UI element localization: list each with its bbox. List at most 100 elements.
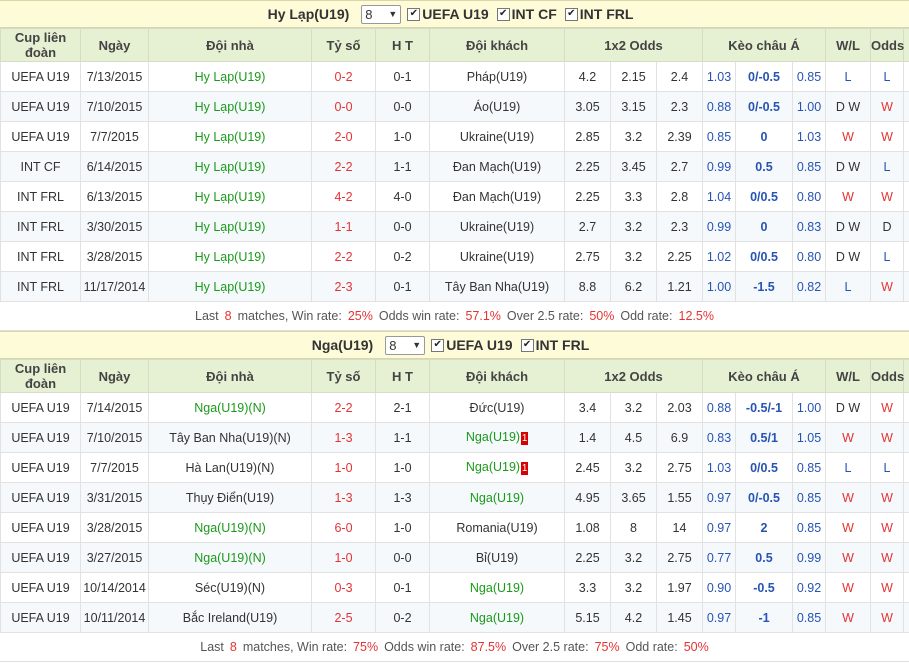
- home-team-link[interactable]: Hà Lan(U19)(N): [148, 452, 312, 483]
- summary-label: Last: [195, 309, 219, 323]
- score-cell: 0-2: [311, 61, 376, 92]
- filter-checkbox[interactable]: ✔ INT FRL: [520, 337, 590, 353]
- home-team-link[interactable]: Hy Lạp(U19): [148, 121, 312, 152]
- asian-odds-home: 0.97: [702, 602, 736, 633]
- column-header: W/L: [825, 359, 871, 393]
- away-team-link[interactable]: Tây Ban Nha(U19): [445, 280, 549, 294]
- home-team-link[interactable]: Hy Lạp(U19): [148, 211, 312, 242]
- filter-checkbox[interactable]: ✔ UEFA U19: [407, 6, 489, 22]
- home-team-link[interactable]: Hy Lạp(U19): [148, 61, 312, 92]
- odds-draw: 3.65: [610, 482, 657, 513]
- away-team-cell[interactable]: Nga(U19): [429, 482, 565, 513]
- home-team-link[interactable]: Tây Ban Nha(U19)(N): [148, 422, 312, 453]
- away-team-cell[interactable]: Đức(U19): [429, 392, 565, 423]
- away-team-cell[interactable]: Ukraine(U19): [429, 121, 565, 152]
- asian-odds-away: 1.00: [792, 392, 826, 423]
- odds-away: 2.3: [656, 211, 703, 242]
- odds-result: W: [870, 271, 904, 302]
- away-team-cell[interactable]: Bỉ(U19): [429, 542, 565, 573]
- home-team-link[interactable]: Hy Lạp(U19): [148, 181, 312, 212]
- table-row: UEFA U19 7/10/2015 Hy Lạp(U19) 0-0 0-0 Áo(U19…: [0, 91, 909, 122]
- score-cell: 1-3: [311, 422, 376, 453]
- away-team-cell[interactable]: Đan Mạch(U19): [429, 181, 565, 212]
- score-cell: 2-2: [311, 151, 376, 182]
- odds-home: 1.08: [564, 512, 611, 543]
- column-header: Kèo châu Á: [702, 28, 826, 62]
- away-team-link[interactable]: Nga(U19): [470, 581, 524, 595]
- win-loss-result: W: [825, 602, 871, 633]
- asian-odds-home: 1.03: [702, 61, 736, 92]
- win-rate-value: 25%: [347, 309, 373, 323]
- away-team-cell[interactable]: Đan Mạch(U19): [429, 151, 565, 182]
- away-team-link[interactable]: Đan Mạch(U19): [453, 190, 541, 204]
- over-under-result: O: [903, 482, 909, 513]
- away-team-link[interactable]: Nga(U19): [470, 491, 524, 505]
- odds-result: W: [870, 91, 904, 122]
- away-team-link[interactable]: Bỉ(U19): [476, 551, 518, 565]
- match-count-value: 8: [389, 337, 397, 353]
- odds-draw: 3.15: [610, 91, 657, 122]
- cup-cell: UEFA U19: [0, 512, 81, 543]
- away-team-cell[interactable]: Romania(U19): [429, 512, 565, 543]
- home-team-link[interactable]: Nga(U19)(N): [148, 542, 312, 573]
- filter-label: INT FRL: [579, 6, 634, 22]
- home-team-link[interactable]: Thụy Điển(U19): [148, 482, 312, 513]
- away-team-link[interactable]: Đức(U19): [470, 401, 525, 415]
- date-cell: 7/10/2015: [80, 422, 149, 453]
- home-team-link[interactable]: Nga(U19)(N): [148, 512, 312, 543]
- filter-label: INT FRL: [535, 337, 590, 353]
- away-team-cell[interactable]: Nga(U19): [429, 572, 565, 603]
- away-team-cell[interactable]: Pháp(U19): [429, 61, 565, 92]
- score-cell: 1-1: [311, 211, 376, 242]
- away-team-link[interactable]: Đan Mạch(U19): [453, 160, 541, 174]
- odds-away: 1.97: [656, 572, 703, 603]
- odds-win-rate-value: 57.1%: [465, 309, 501, 323]
- cup-cell: UEFA U19: [0, 542, 81, 573]
- column-header: Đội nhà: [148, 359, 312, 393]
- asian-odds-away: 0.85: [792, 602, 826, 633]
- column-header: Cup liên đoàn: [0, 359, 81, 393]
- match-count-select[interactable]: 8 ▼: [385, 335, 426, 355]
- filter-checkbox[interactable]: ✔ INT CF: [496, 6, 557, 22]
- away-team-cell[interactable]: Nga(U19) 1: [429, 452, 565, 483]
- away-team-link[interactable]: Nga(U19): [470, 611, 524, 625]
- away-team-cell[interactable]: Tây Ban Nha(U19): [429, 271, 565, 302]
- asian-handicap: -0.5/-1: [735, 392, 793, 423]
- away-team-cell[interactable]: Nga(U19) 1: [429, 422, 565, 453]
- away-team-link[interactable]: Ukraine(U19): [460, 130, 534, 144]
- home-team-link[interactable]: Bắc Ireland(U19): [148, 602, 312, 633]
- away-team-link[interactable]: Ukraine(U19): [460, 250, 534, 264]
- cup-cell: INT FRL: [0, 181, 81, 212]
- away-team-cell[interactable]: Áo(U19): [429, 91, 565, 122]
- table-row: INT CF 6/14/2015 Hy Lạp(U19) 2-2 1-1 Đan Mạch…: [0, 151, 909, 182]
- asian-handicap: 0/0.5: [735, 181, 793, 212]
- halftime-cell: 1-1: [375, 422, 430, 453]
- away-team-link[interactable]: Nga(U19): [466, 460, 520, 474]
- home-team-link[interactable]: Hy Lạp(U19): [148, 241, 312, 272]
- filter-checkbox[interactable]: ✔ UEFA U19: [431, 337, 513, 353]
- over-under-result: O: [903, 241, 909, 272]
- away-team-link[interactable]: Nga(U19): [466, 430, 520, 444]
- red-card-badge: 1: [521, 431, 529, 445]
- match-count-select[interactable]: 8 ▼: [361, 4, 402, 24]
- away-team-cell[interactable]: Nga(U19): [429, 602, 565, 633]
- cup-cell: INT FRL: [0, 271, 81, 302]
- home-team-link[interactable]: Hy Lạp(U19): [148, 91, 312, 122]
- away-team-cell[interactable]: Ukraine(U19): [429, 241, 565, 272]
- away-team-link[interactable]: Ukraine(U19): [460, 220, 534, 234]
- away-team-link[interactable]: Romania(U19): [456, 521, 537, 535]
- home-team-link[interactable]: Nga(U19)(N): [148, 392, 312, 423]
- odds-draw: 3.3: [610, 181, 657, 212]
- date-cell: 3/31/2015: [80, 482, 149, 513]
- away-team-link[interactable]: Áo(U19): [474, 100, 521, 114]
- over-under-result: U: [903, 211, 909, 242]
- home-team-link[interactable]: Séc(U19)(N): [148, 572, 312, 603]
- away-team-cell[interactable]: Ukraine(U19): [429, 211, 565, 242]
- asian-handicap: 0/-0.5: [735, 482, 793, 513]
- filter-checkbox[interactable]: ✔ INT FRL: [564, 6, 634, 22]
- odds-home: 2.25: [564, 181, 611, 212]
- home-team-link[interactable]: Hy Lạp(U19): [148, 151, 312, 182]
- column-header: W/L: [825, 28, 871, 62]
- home-team-link[interactable]: Hy Lạp(U19): [148, 271, 312, 302]
- away-team-link[interactable]: Pháp(U19): [467, 70, 527, 84]
